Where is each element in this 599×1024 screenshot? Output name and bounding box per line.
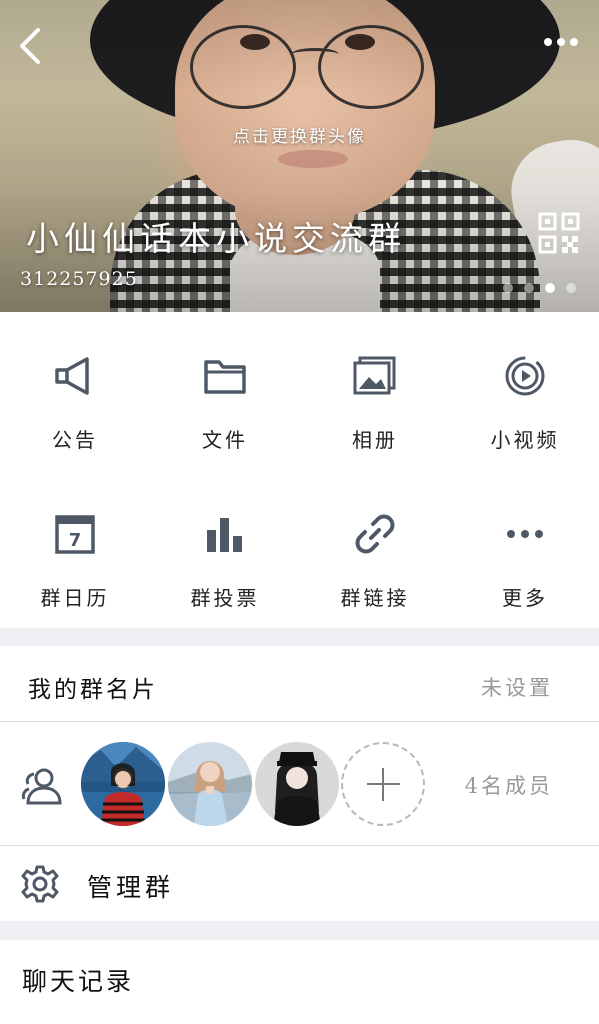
folder-icon bbox=[204, 360, 246, 394]
gear-icon bbox=[21, 865, 59, 903]
my-group-card-row[interactable]: 我的群名片 未设置 bbox=[0, 646, 599, 721]
more-dot bbox=[557, 38, 565, 46]
feature-album[interactable]: 相册 bbox=[300, 312, 450, 470]
link-icon bbox=[355, 514, 395, 554]
more-options-icon[interactable] bbox=[544, 30, 584, 54]
feature-label: 更多 bbox=[502, 586, 548, 610]
feature-short-video[interactable]: 小视频 bbox=[450, 312, 599, 470]
feature-announcement[interactable]: 公告 bbox=[0, 312, 150, 470]
feature-label: 公告 bbox=[52, 428, 98, 452]
change-avatar-link[interactable]: 点击更换群头像 bbox=[0, 122, 599, 147]
members-icon[interactable] bbox=[20, 766, 62, 806]
page-dot bbox=[503, 283, 513, 293]
back-arrow-icon[interactable] bbox=[14, 26, 48, 66]
video-icon bbox=[505, 356, 545, 396]
feature-label: 相册 bbox=[352, 428, 398, 452]
more-dot bbox=[544, 38, 552, 46]
feature-label: 小视频 bbox=[490, 428, 560, 452]
member-avatar[interactable] bbox=[255, 742, 339, 826]
manage-group-title: 管理群 bbox=[87, 873, 175, 902]
feature-grid: 公告 文件 相册 小视频 7 群日历 群投票 群链接 更多 bbox=[0, 312, 599, 628]
members-row: 4名成员 bbox=[0, 722, 599, 845]
page-dot-active bbox=[545, 283, 555, 293]
feature-group-link[interactable]: 群链接 bbox=[300, 470, 450, 628]
more-dots-icon bbox=[507, 530, 543, 538]
add-member-button[interactable] bbox=[341, 742, 425, 826]
my-group-card-title: 我的群名片 bbox=[28, 677, 158, 703]
feature-more[interactable]: 更多 bbox=[450, 470, 599, 628]
megaphone-icon bbox=[55, 357, 89, 395]
album-icon bbox=[353, 356, 396, 395]
svg-text:7: 7 bbox=[69, 530, 82, 551]
photo-page-indicator bbox=[503, 283, 576, 293]
group-name: 小仙仙话本小说交流群 bbox=[26, 219, 406, 258]
qr-code-icon[interactable] bbox=[538, 212, 580, 254]
header-shade bbox=[0, 0, 599, 312]
member-avatar[interactable] bbox=[81, 742, 165, 826]
manage-group-row[interactable]: 管理群 bbox=[0, 846, 599, 921]
member-count[interactable]: 4名成员 bbox=[465, 770, 553, 800]
page-dot bbox=[524, 283, 534, 293]
feature-group-vote[interactable]: 群投票 bbox=[150, 470, 300, 628]
member-avatar-image bbox=[255, 742, 339, 826]
feature-files[interactable]: 文件 bbox=[150, 312, 300, 470]
my-group-card-value: 未设置 bbox=[481, 676, 553, 700]
page-dot bbox=[566, 283, 576, 293]
feature-group-calendar[interactable]: 7 群日历 bbox=[0, 470, 150, 628]
feature-label: 群投票 bbox=[190, 586, 260, 610]
calendar-icon: 7 bbox=[55, 515, 95, 554]
bar-chart-icon bbox=[207, 518, 242, 552]
feature-label: 群链接 bbox=[340, 586, 410, 610]
chat-history-row[interactable]: 聊天记录 bbox=[0, 940, 599, 1024]
chat-history-title: 聊天记录 bbox=[22, 967, 135, 996]
feature-label: 文件 bbox=[202, 428, 248, 452]
member-avatar-image bbox=[168, 742, 252, 826]
member-avatar[interactable] bbox=[168, 742, 252, 826]
group-header-photo[interactable]: 点击更换群头像 小仙仙话本小说交流群 312257925 bbox=[0, 0, 599, 312]
group-id: 312257925 bbox=[20, 268, 138, 290]
more-dot bbox=[570, 38, 578, 46]
feature-label: 群日历 bbox=[40, 586, 110, 610]
member-avatar-image bbox=[81, 742, 165, 826]
